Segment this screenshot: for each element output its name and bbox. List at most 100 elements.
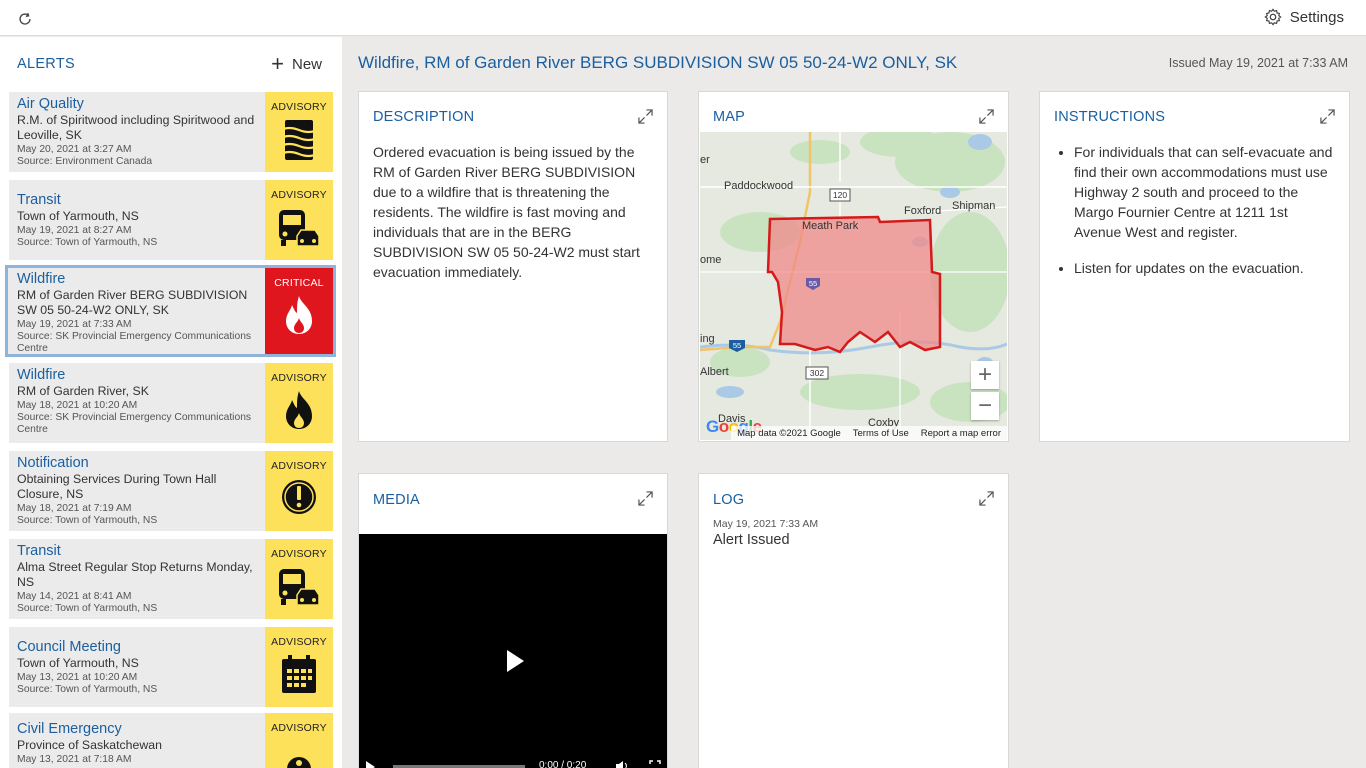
advisory-badge: ADVISORY [265, 180, 333, 260]
volume-icon[interactable] [615, 760, 629, 768]
alert-date: May 13, 2021 at 7:18 AM [17, 754, 132, 765]
refresh-icon[interactable] [16, 10, 34, 28]
video-time: 0:00 / 0:20 [539, 760, 587, 768]
gear-icon [1264, 8, 1282, 26]
advisory-badge: ADVISORY [265, 627, 333, 707]
alert-location: Obtaining Services During Town Hall Clos… [17, 472, 217, 501]
alert-source: Source: Town of Yarmouth, NS [17, 603, 158, 614]
alert-location: Town of Yarmouth, NS [17, 209, 139, 223]
zoom-in-button[interactable]: + [971, 361, 999, 389]
alert-date: May 14, 2021 at 8:41 AM [17, 591, 132, 602]
road-label: 55 [733, 341, 741, 350]
alert-location: R.M. of Spiritwood including Spiritwood … [17, 113, 255, 142]
alert-item[interactable]: Wildfire RM of Garden River, SK May 18, … [9, 363, 333, 443]
alert-date: May 13, 2021 at 10:20 AM [17, 672, 138, 683]
sidebar-header: ALERTS + New [0, 37, 342, 91]
terms-link[interactable]: Terms of Use [853, 428, 909, 439]
fullscreen-icon[interactable] [649, 760, 661, 768]
alert-item[interactable]: Transit Alma Street Regular Stop Returns… [9, 539, 333, 619]
alert-date: May 18, 2021 at 7:19 AM [17, 503, 132, 514]
advisory-badge: ADVISORY [265, 363, 333, 443]
road-shield: 120 [829, 188, 851, 202]
expand-icon[interactable] [979, 491, 994, 506]
bus-car-icon [279, 210, 320, 247]
settings-button[interactable]: Settings [1264, 8, 1344, 26]
alert-date: May 19, 2021 at 7:33 AM [17, 319, 132, 330]
advisory-badge: ADVISORY [265, 539, 333, 619]
issued-timestamp: Issued May 19, 2021 at 7:33 AM [1168, 56, 1348, 70]
road-label: 302 [810, 368, 824, 378]
road-shield: 302 [805, 366, 829, 380]
alert-item[interactable]: Council Meeting Town of Yarmouth, NS May… [9, 627, 333, 707]
alert-location: Province of Saskatchewan [17, 738, 162, 752]
alert-location: RM of Garden River BERG SUBDIVISION SW 0… [17, 288, 248, 317]
alert-date: May 19, 2021 at 8:27 AM [17, 225, 132, 236]
map-label: Albert [700, 366, 729, 378]
fire-icon [286, 296, 312, 334]
page-title: Wildfire, RM of Garden River BERG SUBDIV… [358, 53, 958, 72]
description-text: Ordered evacuation is being issued by th… [373, 144, 640, 280]
alert-title: Transit [17, 192, 61, 208]
description-title: DESCRIPTION [373, 109, 475, 125]
map-title: MAP [713, 109, 746, 125]
expand-icon[interactable] [979, 109, 994, 124]
zoom-out-button[interactable]: − [971, 392, 999, 420]
report-error-link[interactable]: Report a map error [921, 428, 1001, 439]
map-label: Foxford [904, 205, 941, 217]
map-data-credit: Map data ©2021 Google [737, 427, 841, 439]
critical-badge: CRITICAL [265, 268, 333, 354]
alert-source: Source: Environment Canada [17, 156, 153, 167]
map-view[interactable]: 120 55 55 302 Paddockwood Meath Park Fox… [700, 132, 1007, 440]
badge-label: ADVISORY [271, 189, 327, 201]
map-canvas[interactable]: 120 55 55 302 Paddockwood Meath Park Fox… [700, 132, 1007, 440]
calendar-icon [282, 655, 316, 693]
video-player[interactable]: 0:00 / 0:20 [359, 534, 667, 768]
log-entry-text: Alert Issued [713, 532, 790, 548]
new-alert-button[interactable]: + New [271, 53, 322, 75]
alert-source: Source: Town of Yarmouth, NS [17, 684, 158, 695]
badge-label: ADVISORY [271, 101, 327, 113]
expand-icon[interactable] [638, 109, 653, 124]
alert-item[interactable]: Air Quality R.M. of Spiritwood including… [9, 92, 333, 172]
map-footer: Map data ©2021 Google Terms of Use Repor… [731, 426, 1007, 440]
badge-label: CRITICAL [274, 277, 324, 289]
alert-title: Notification [17, 455, 89, 471]
map-label: ing [700, 333, 715, 345]
advisory-badge: ADVISORY [265, 451, 333, 531]
alert-source: Source: Town of Yarmouth, NS [17, 237, 158, 248]
alert-source: Source: Town of Yarmouth, NS [17, 515, 158, 526]
alarm-icon [287, 757, 311, 768]
alert-source: Source: SK Provincial Emergency Communic… [17, 412, 252, 435]
alert-item[interactable]: Transit Town of Yarmouth, NS May 19, 202… [9, 180, 333, 260]
alert-title: Wildfire [17, 367, 66, 383]
exclamation-icon [282, 480, 316, 514]
play-button[interactable] [365, 760, 375, 768]
map-card: MAP 120 55 55 302 Paddockwood Meath Park… [698, 91, 1009, 442]
road-label: 55 [809, 279, 817, 288]
alert-item[interactable]: Civil Emergency Province of Saskatchewan… [9, 713, 333, 768]
play-icon[interactable] [505, 649, 525, 673]
instructions-title: INSTRUCTIONS [1054, 109, 1166, 125]
fire-icon [286, 391, 312, 429]
alert-title: Wildfire [17, 271, 66, 287]
log-title: LOG [713, 492, 745, 508]
advisory-badge: ADVISORY [265, 713, 333, 768]
top-bar: Settings [0, 0, 1366, 36]
map-label: Meath Park [802, 220, 859, 232]
badge-label: ADVISORY [271, 548, 327, 560]
badge-label: ADVISORY [271, 636, 327, 648]
play-small-icon [366, 761, 375, 768]
alert-item[interactable]: Notification Obtaining Services During T… [9, 451, 333, 531]
expand-icon[interactable] [638, 491, 653, 506]
badge-label: ADVISORY [271, 372, 327, 384]
expand-icon[interactable] [1320, 109, 1335, 124]
alert-location: RM of Garden River, SK [17, 384, 149, 398]
bus-car-icon [279, 569, 320, 606]
media-title: MEDIA [373, 492, 420, 508]
new-alert-label: New [291, 55, 322, 73]
sidebar-title: ALERTS [17, 56, 75, 72]
alert-item-selected[interactable]: Wildfire RM of Garden River BERG SUBDIVI… [5, 265, 336, 357]
alert-title: Council Meeting [17, 639, 121, 655]
settings-label: Settings [1289, 8, 1344, 26]
media-card: MEDIA 0:00 / 0:20 [358, 473, 668, 768]
